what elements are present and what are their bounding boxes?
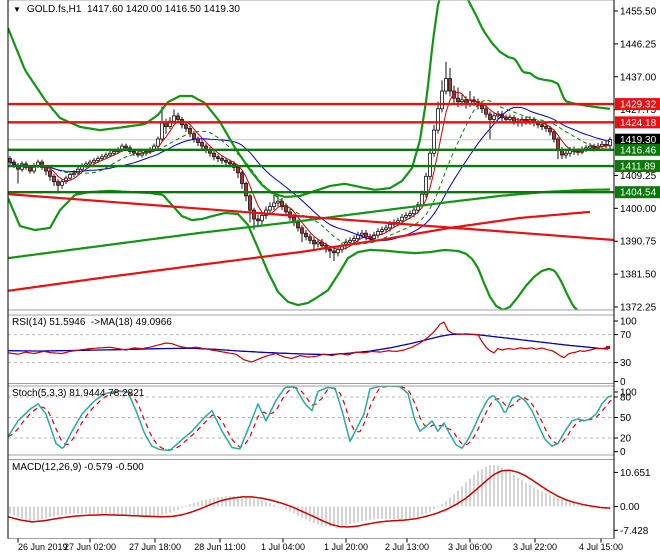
symbol-period-label: GOLD.fs,H1 (26, 4, 82, 15)
svg-text:1404.54: 1404.54 (620, 188, 657, 199)
macd-indicator-label: MACD(12,26,9) -0.579 -0.500 (12, 462, 144, 473)
svg-text:1455.50: 1455.50 (620, 7, 657, 18)
svg-text:3 Jul 06:00: 3 Jul 06:00 (448, 542, 492, 552)
svg-text:1411.89: 1411.89 (620, 162, 656, 173)
svg-text:1437.00: 1437.00 (620, 72, 657, 83)
svg-text:3 Jul 22:00: 3 Jul 22:00 (513, 542, 557, 552)
svg-text:1409.25: 1409.25 (620, 171, 657, 182)
svg-text:1 Jul 04:00: 1 Jul 04:00 (261, 542, 305, 552)
svg-text:27 Jun 18:00: 27 Jun 18:00 (129, 542, 181, 552)
svg-text:-7.428: -7.428 (620, 526, 649, 537)
svg-text:1381.50: 1381.50 (620, 270, 657, 281)
svg-text:28 Jun 11:00: 28 Jun 11:00 (194, 542, 245, 552)
svg-text:0: 0 (620, 377, 626, 388)
chevron-down-icon[interactable]: ▼ (13, 5, 21, 14)
svg-text:10.651: 10.651 (620, 468, 651, 479)
svg-text:2 Jul 13:00: 2 Jul 13:00 (385, 542, 429, 552)
rsi-indicator-label: RSI(14) 51.5946 ->MA(18) 49.0966 (12, 317, 172, 328)
chart-window: 1455.50 1446.25 1437.00 1427.75 1409.25 1400.… (0, 0, 660, 560)
svg-text:1424.18: 1424.18 (620, 118, 657, 129)
svg-text:0: 0 (620, 447, 626, 458)
svg-text:1429.32: 1429.32 (620, 100, 657, 111)
svg-text:20: 20 (620, 433, 632, 444)
svg-text:50: 50 (620, 413, 632, 424)
svg-text:1 Jul 20:00: 1 Jul 20:00 (324, 542, 368, 552)
svg-text:100: 100 (620, 317, 637, 328)
svg-text:30: 30 (620, 358, 632, 369)
ohlc-values-label: 1417.60 1420.00 1416.50 1419.30 (86, 4, 240, 15)
svg-text:4 Jul 15:00: 4 Jul 15:00 (579, 542, 623, 552)
svg-text:80: 80 (620, 393, 632, 404)
svg-text:27 Jun 02:00: 27 Jun 02:00 (64, 542, 116, 552)
chart-title: ▼ GOLD.fs,H1 1417.60 1420.00 1416.50 1419… (13, 4, 240, 15)
price-chart-canvas[interactable]: 1455.501446.251437.001427.751409.251400.… (0, 0, 660, 560)
svg-text:0.00: 0.00 (620, 502, 640, 513)
svg-text:1400.00: 1400.00 (620, 204, 657, 215)
svg-text:1416.46: 1416.46 (620, 145, 657, 156)
stoch-indicator-label: Stoch(5,3,3) 81.9444 78.2821 (12, 388, 145, 399)
svg-text:70: 70 (620, 330, 632, 341)
svg-text:26 Jun 2019: 26 Jun 2019 (18, 542, 68, 552)
svg-text:1372.25: 1372.25 (620, 303, 657, 314)
svg-text:1390.75: 1390.75 (620, 237, 657, 248)
svg-text:1446.25: 1446.25 (620, 39, 657, 50)
